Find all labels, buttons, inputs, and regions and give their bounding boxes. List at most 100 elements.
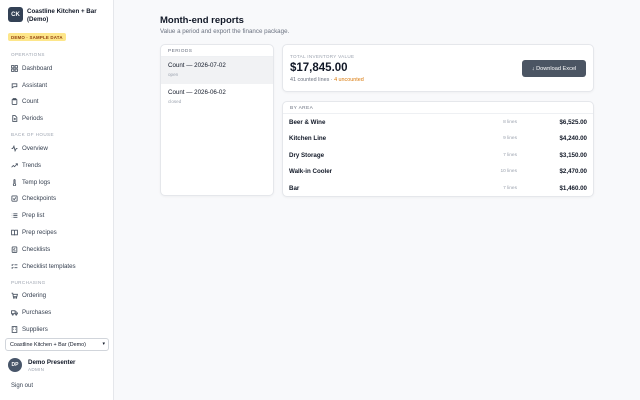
counted-lines: 41 counted lines xyxy=(290,77,330,83)
trend-icon xyxy=(10,161,18,169)
total-value-label: TOTAL INVENTORY VALUE xyxy=(290,54,355,59)
area-value: $4,240.00 xyxy=(559,135,587,143)
area-value: $6,525.00 xyxy=(559,118,587,126)
sidebar-item-trends[interactable]: Trends xyxy=(0,157,114,174)
sidebar-item-label: Suppliers xyxy=(22,326,48,333)
area-row[interactable]: Walk-in Cooler 10 lines $2,470.00 xyxy=(283,164,593,181)
download-excel-button[interactable]: ↓ Download Excel xyxy=(522,60,586,77)
nav-section-operations: OPERATIONS xyxy=(11,52,45,57)
sidebar-nav: OPERATIONS Dashboard Assistant Count Periods… xyxy=(0,47,114,333)
period-item[interactable]: Count — 2026-06-02 closed xyxy=(161,84,273,111)
area-name: Walk-in Cooler xyxy=(289,168,333,176)
sidebar-item-ordering[interactable]: Ordering xyxy=(0,288,114,305)
sidebar-item-label: Periods xyxy=(22,115,43,123)
thermometer-icon xyxy=(10,178,18,186)
periods-panel: PERIODS Count — 2026-07-02 open Count — 20… xyxy=(160,44,274,196)
chevron-down-icon: ▾ xyxy=(102,341,105,347)
sidebar-item-label: Purchases xyxy=(22,309,52,317)
sidebar-item-label: Prep recipes xyxy=(22,229,57,237)
period-list: Count — 2026-07-02 open Count — 2026-06-02… xyxy=(161,57,273,111)
sidebar-item-label: Trends xyxy=(22,161,42,169)
sidebar-item-temp-logs[interactable]: Temp logs xyxy=(0,174,114,191)
period-item[interactable]: Count — 2026-07-02 open xyxy=(161,57,273,84)
area-name: Kitchen Line xyxy=(289,135,327,143)
sidebar-item-checklist-templates[interactable]: Checklist templates xyxy=(0,258,114,275)
area-name: Bar xyxy=(289,184,300,192)
page-subtitle: Value a period and export the finance pa… xyxy=(160,28,290,35)
sidebar-item-overview[interactable]: Overview xyxy=(0,140,114,157)
sidebar-item-prep-recipes[interactable]: Prep recipes xyxy=(0,224,114,241)
area-value: $2,470.00 xyxy=(559,168,587,176)
checklist-icon xyxy=(10,245,18,253)
sidebar-item-label: Count xyxy=(22,98,39,106)
nav-section-purchasing: PURCHASING xyxy=(11,279,46,285)
dashboard-icon xyxy=(10,64,18,72)
inventory-summary-card: TOTAL INVENTORY VALUE $17,845.00 41 coun… xyxy=(282,44,594,92)
sidebar-item-suppliers[interactable]: Suppliers xyxy=(0,321,114,333)
sidebar-item-label: Assistant xyxy=(22,81,48,89)
area-line-count: 8 lines xyxy=(503,119,517,125)
sidebar-item-label: Dashboard xyxy=(22,64,53,72)
sidebar-item-periods[interactable]: Periods xyxy=(0,110,114,127)
book-icon xyxy=(10,229,18,237)
area-row[interactable]: Dry Storage 7 lines $3,150.00 xyxy=(283,147,593,164)
sign-out-link[interactable]: Sign out xyxy=(11,383,33,389)
sidebar-item-label: Temp logs xyxy=(22,178,51,186)
area-row[interactable]: Kitchen Line 9 lines $4,240.00 xyxy=(283,131,593,148)
total-value: $17,845.00 xyxy=(290,62,348,74)
area-row[interactable]: Beer & Wine 8 lines $6,525.00 xyxy=(283,114,593,131)
area-name: Beer & Wine xyxy=(289,118,326,126)
sidebar-item-dashboard[interactable]: Dashboard xyxy=(0,60,114,77)
sidebar-item-label: Prep list xyxy=(22,212,45,220)
area-line-count: 10 lines xyxy=(500,169,517,175)
area-value: $3,150.00 xyxy=(559,151,587,159)
period-name: Count — 2026-06-02 xyxy=(168,89,226,96)
by-area-header: BY AREA xyxy=(283,102,593,114)
sidebar: CK Coastline Kitchen + Bar (Demo) DEMO ·… xyxy=(0,0,114,400)
area-row[interactable]: Bar 7 lines $1,460.00 xyxy=(283,180,593,196)
periods-header: PERIODS xyxy=(161,45,273,57)
sidebar-item-label: Checklist templates xyxy=(22,262,76,270)
building-icon xyxy=(10,326,18,333)
check-square-icon xyxy=(10,195,18,203)
nav-section-back-of-house: BACK OF HOUSE xyxy=(11,132,54,138)
user-name: Demo Presenter xyxy=(28,359,76,366)
period-status: open xyxy=(168,72,179,77)
area-list: Beer & Wine 8 lines $6,525.00 Kitchen Line 9… xyxy=(283,114,593,196)
sidebar-item-count[interactable]: Count xyxy=(0,94,114,111)
period-status: closed xyxy=(168,99,182,104)
truck-icon xyxy=(10,309,18,317)
clipboard-icon xyxy=(10,98,18,106)
document-icon xyxy=(10,115,18,123)
sidebar-item-checklists[interactable]: Checklists xyxy=(0,241,114,258)
sidebar-item-label: Checklists xyxy=(22,245,51,253)
page-title: Month-end reports xyxy=(160,15,244,26)
by-area-card: BY AREA Beer & Wine 8 lines $6,525.00 Kitch… xyxy=(282,101,594,197)
sidebar-item-label: Overview xyxy=(22,145,48,153)
demo-badge: DEMO · SAMPLE DATA xyxy=(8,33,66,41)
sidebar-item-assistant[interactable]: Assistant xyxy=(0,77,114,94)
chat-icon xyxy=(10,81,18,89)
organization-select-value: Coastline Kitchen + Bar (Demo) xyxy=(10,341,86,348)
line-counts: 41 counted lines · 4 uncounted xyxy=(290,77,364,83)
sidebar-item-checkpoints[interactable]: Checkpoints xyxy=(0,191,114,208)
avatar: DP xyxy=(8,358,22,372)
template-icon xyxy=(10,262,18,270)
brand-name: Coastline Kitchen + Bar (Demo) xyxy=(27,8,97,23)
user-role: ADMIN xyxy=(28,367,45,372)
sidebar-item-label: Ordering xyxy=(22,292,47,300)
list-icon xyxy=(10,212,18,220)
area-line-count: 7 lines xyxy=(503,185,517,191)
activity-icon xyxy=(10,145,18,153)
sidebar-item-prep-list[interactable]: Prep list xyxy=(0,207,114,224)
period-name: Count — 2026-07-02 xyxy=(168,62,226,69)
area-line-count: 9 lines xyxy=(503,136,517,142)
organization-select[interactable]: Coastline Kitchen + Bar (Demo) ▾ xyxy=(5,338,109,351)
brand-logo: CK xyxy=(8,7,23,22)
uncounted-lines: 4 uncounted xyxy=(334,77,364,83)
sidebar-item-label: Checkpoints xyxy=(22,195,57,203)
user-profile[interactable]: DP Demo Presenter ADMIN xyxy=(8,358,112,374)
area-line-count: 7 lines xyxy=(503,152,517,158)
area-value: $1,460.00 xyxy=(559,184,587,192)
sidebar-item-purchases[interactable]: Purchases xyxy=(0,304,114,321)
